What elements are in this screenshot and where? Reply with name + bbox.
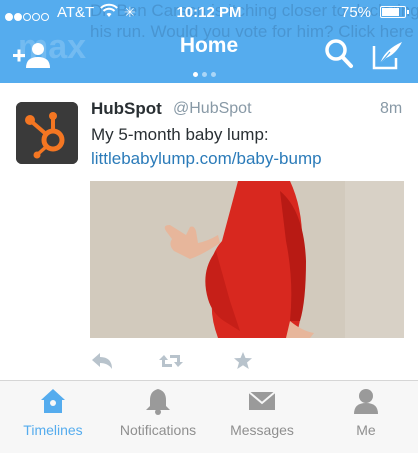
tab-label: Messages bbox=[230, 422, 294, 438]
author-handle[interactable]: @HubSpot bbox=[173, 100, 252, 118]
tab-label: Me bbox=[356, 422, 376, 438]
envelope-icon bbox=[248, 391, 276, 410]
favorite-icon[interactable] bbox=[230, 351, 256, 371]
tab-notifications[interactable]: Notifications bbox=[106, 381, 210, 453]
tab-bar: Timelines Notifications Messages Me bbox=[0, 380, 418, 453]
page-title: Home bbox=[179, 34, 239, 57]
tweet-link[interactable]: littlebabylump.com/baby-bump bbox=[91, 149, 322, 169]
person-icon bbox=[354, 389, 378, 414]
tweet-photo[interactable] bbox=[90, 181, 404, 338]
author-name[interactable]: HubSpot bbox=[91, 99, 162, 119]
header-bar: max Dr. Ben Carson is itching closer to … bbox=[0, 0, 418, 83]
tab-messages[interactable]: Messages bbox=[210, 381, 314, 453]
home-birdhouse-icon bbox=[41, 389, 65, 413]
search-icon[interactable] bbox=[324, 38, 354, 70]
tab-label: Timelines bbox=[23, 422, 83, 438]
tab-me[interactable]: Me bbox=[314, 381, 418, 453]
status-bar: AT&T ✳ 10:12 PM 75% bbox=[0, 0, 418, 24]
battery-icon bbox=[380, 6, 409, 18]
compose-tweet-icon[interactable] bbox=[372, 40, 404, 70]
tweet-time: 8m bbox=[380, 100, 403, 117]
retweet-icon[interactable] bbox=[158, 351, 184, 371]
tweet-card[interactable]: HubSpot @HubSpot 8m My 5-month baby lump… bbox=[0, 83, 418, 380]
tab-label: Notifications bbox=[119, 422, 197, 438]
hubspot-logo-icon[interactable] bbox=[16, 102, 78, 164]
page-dot bbox=[202, 72, 207, 77]
bell-icon bbox=[146, 389, 170, 415]
battery-percentage: 75% bbox=[341, 4, 372, 21]
reply-icon[interactable] bbox=[90, 351, 116, 371]
page-indicator[interactable] bbox=[193, 64, 225, 77]
page-dot bbox=[193, 72, 198, 77]
tab-timelines[interactable]: Timelines bbox=[1, 381, 105, 453]
page-dot bbox=[211, 72, 216, 77]
tweet-text: My 5-month baby lump: bbox=[91, 125, 269, 144]
